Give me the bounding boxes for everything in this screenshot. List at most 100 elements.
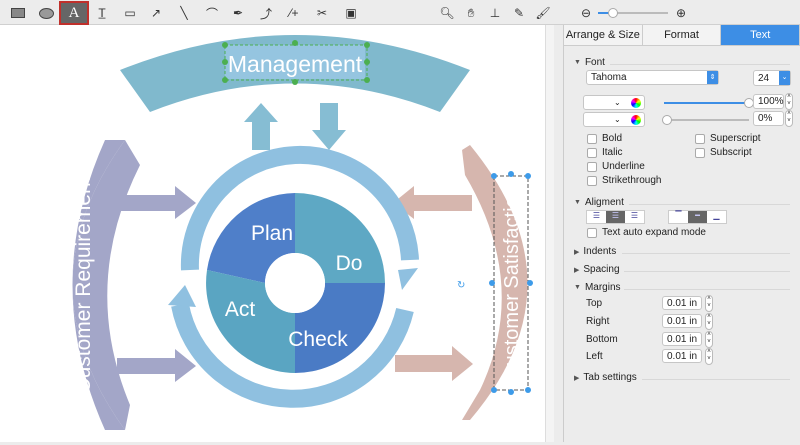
tab-arrange-size[interactable]: Arrange & Size	[564, 25, 643, 45]
auto-expand-checkbox[interactable]: Text auto expand mode	[587, 227, 706, 238]
callout-tool[interactable]: ▭	[117, 3, 143, 23]
font-section-header[interactable]: ▼ Font	[574, 57, 605, 68]
customer-requirement-label[interactable]: Customer Requirement	[72, 176, 95, 393]
transparency-slider[interactable]	[662, 115, 749, 125]
horizontal-align-group: ☰ ☰ ☰	[586, 210, 645, 224]
margin-left-input[interactable]: 0.01 in	[662, 349, 702, 363]
rectangle-tool[interactable]	[5, 3, 31, 23]
align-top-button[interactable]: ▔	[669, 211, 688, 223]
align-middle-button[interactable]: ━	[688, 211, 707, 223]
line-tool[interactable]: ╲	[171, 3, 197, 23]
vertical-scrollbar[interactable]	[545, 25, 554, 442]
down-arrow[interactable]	[312, 103, 346, 150]
margin-right-stepper[interactable]: ˄ ˅	[705, 313, 713, 330]
customer-satisfaction-label[interactable]: Customer Satisfaction	[501, 185, 523, 381]
ellipse-tool[interactable]	[33, 3, 59, 23]
margin-top-value: 0.01 in	[667, 297, 698, 309]
underline-checkbox[interactable]: Underline	[587, 161, 645, 172]
strikethrough-checkbox[interactable]: Strikethrough	[587, 175, 661, 186]
margin-right-value: 0.01 in	[667, 315, 698, 327]
pan-tool[interactable]: ✋︎	[458, 3, 484, 23]
margin-bottom-input[interactable]: 0.01 in	[662, 332, 702, 346]
margin-top-input[interactable]: 0.01 in	[662, 296, 702, 310]
align-right-button[interactable]: ☰	[625, 211, 644, 223]
font-size-select[interactable]: 24 ⌄	[753, 70, 791, 86]
act-label: Act	[225, 298, 256, 321]
zoom-tool[interactable]: 🔍︎	[434, 3, 460, 23]
select-arrows-icon: ⇕	[707, 71, 718, 84]
spacing-title: Spacing	[583, 264, 620, 275]
indents-section-header[interactable]: ▶ Indents	[574, 246, 616, 257]
bezier-tool[interactable]: ⤴	[253, 3, 279, 23]
opacity-input[interactable]: 100%	[753, 94, 784, 109]
rotate-handle-icon[interactable]: ↻	[457, 280, 465, 291]
management-label[interactable]: Management	[228, 51, 363, 77]
margin-right-input[interactable]: 0.01 in	[662, 314, 702, 328]
margin-bottom-stepper[interactable]: ˄ ˅	[705, 331, 713, 348]
satisfaction-arrow-bottom[interactable]	[395, 346, 473, 381]
margins-section-header[interactable]: ▼ Margins	[574, 282, 621, 293]
tab-text[interactable]: Text	[721, 25, 800, 45]
container-icon: ▣	[345, 6, 357, 20]
superscript-label: Superscript	[710, 133, 761, 144]
arrow-tool[interactable]: ↗	[143, 3, 169, 23]
transparency-stepper[interactable]: ˄ ˅	[785, 110, 793, 127]
tab-settings-section-header[interactable]: ▶ Tab settings	[574, 372, 637, 383]
format-painter-tool[interactable]: 🖌︎	[530, 3, 556, 23]
color-wheel-icon[interactable]	[631, 97, 641, 108]
container-tool[interactable]: ▣	[338, 3, 364, 23]
margin-left-stepper[interactable]: ˄ ˅	[705, 348, 713, 365]
arc-tool[interactable]: ⌒	[199, 3, 225, 23]
margin-bottom-value: 0.01 in	[667, 333, 698, 345]
zoom-slider-thumb[interactable]	[608, 8, 618, 18]
zoom-out-button[interactable]: ⊖	[578, 3, 594, 23]
opacity-value: 100%	[758, 96, 784, 107]
chevron-down-icon: ⌄	[779, 71, 790, 85]
cut-tool[interactable]: ✂	[309, 3, 335, 23]
alignment-section-header[interactable]: ▼ Aligment	[574, 197, 624, 208]
requirement-arrow-bottom[interactable]	[117, 349, 196, 382]
transparency-input[interactable]: 0%	[753, 111, 784, 126]
spacing-section-header[interactable]: ▶ Spacing	[574, 264, 620, 275]
align-center-button[interactable]: ☰	[606, 211, 625, 223]
transparency-value: 0%	[758, 113, 773, 124]
hand-icon: ✋︎	[467, 5, 475, 20]
align-left-button[interactable]: ☰	[587, 211, 606, 223]
underline-label: Underline	[602, 161, 645, 172]
bold-checkbox[interactable]: Bold	[587, 133, 622, 144]
scissors-icon: ✂	[316, 6, 328, 20]
superscript-checkbox[interactable]: Superscript	[695, 133, 761, 144]
add-point-tool[interactable]: ⁄+	[281, 3, 307, 23]
pen-icon: ✒	[232, 6, 244, 20]
requirement-arrow-top[interactable]	[117, 186, 196, 219]
color-wheel-icon[interactable]	[631, 114, 641, 125]
eyedropper-tool[interactable]: ✎	[506, 3, 532, 23]
up-arrow[interactable]	[244, 103, 278, 150]
drawing-canvas[interactable]: Plan Do Check Act Customer Requirement C…	[0, 25, 545, 442]
opacity-stepper[interactable]: ˄ ˅	[785, 93, 793, 110]
bezier-icon: ⤴	[259, 6, 272, 21]
tab-format[interactable]: Format	[642, 25, 722, 45]
zoom-slider[interactable]	[598, 8, 668, 18]
align-bottom-button[interactable]: ▁	[707, 211, 726, 223]
zoom-in-button[interactable]: ⊕	[673, 3, 689, 23]
highlight-color-select[interactable]: ⌄	[583, 112, 645, 127]
zoom-in-icon: ⊕	[675, 6, 687, 20]
subscript-label: Subscript	[710, 147, 752, 158]
callout-icon: ▭	[124, 6, 136, 20]
text-box-tool[interactable]: T̲	[89, 3, 115, 23]
toolbar: A T̲ ▭ ↗ ╲ ⌒ ✒ ⤴ ⁄+ ✂ ▣ 🔍︎ ✋︎ ⊥ ✎ 🖌︎ ⊖ ⊕	[0, 0, 800, 25]
add-point-icon: ⁄+	[289, 6, 299, 20]
tab-settings-title: Tab settings	[583, 372, 637, 383]
margin-top-stepper[interactable]: ˄ ˅	[705, 295, 713, 312]
font-family-select[interactable]: Tahoma ⇕	[586, 70, 719, 85]
opacity-slider[interactable]	[664, 98, 754, 108]
text-color-select[interactable]: ⌄	[583, 95, 645, 110]
plan-label: Plan	[251, 222, 293, 245]
subscript-checkbox[interactable]: Subscript	[695, 147, 752, 158]
stamp-tool[interactable]: ⊥	[482, 3, 508, 23]
margins-title: Margins	[584, 282, 621, 293]
text-tool[interactable]: A	[59, 1, 89, 25]
pen-tool[interactable]: ✒	[225, 3, 251, 23]
italic-checkbox[interactable]: Italic	[587, 147, 623, 158]
